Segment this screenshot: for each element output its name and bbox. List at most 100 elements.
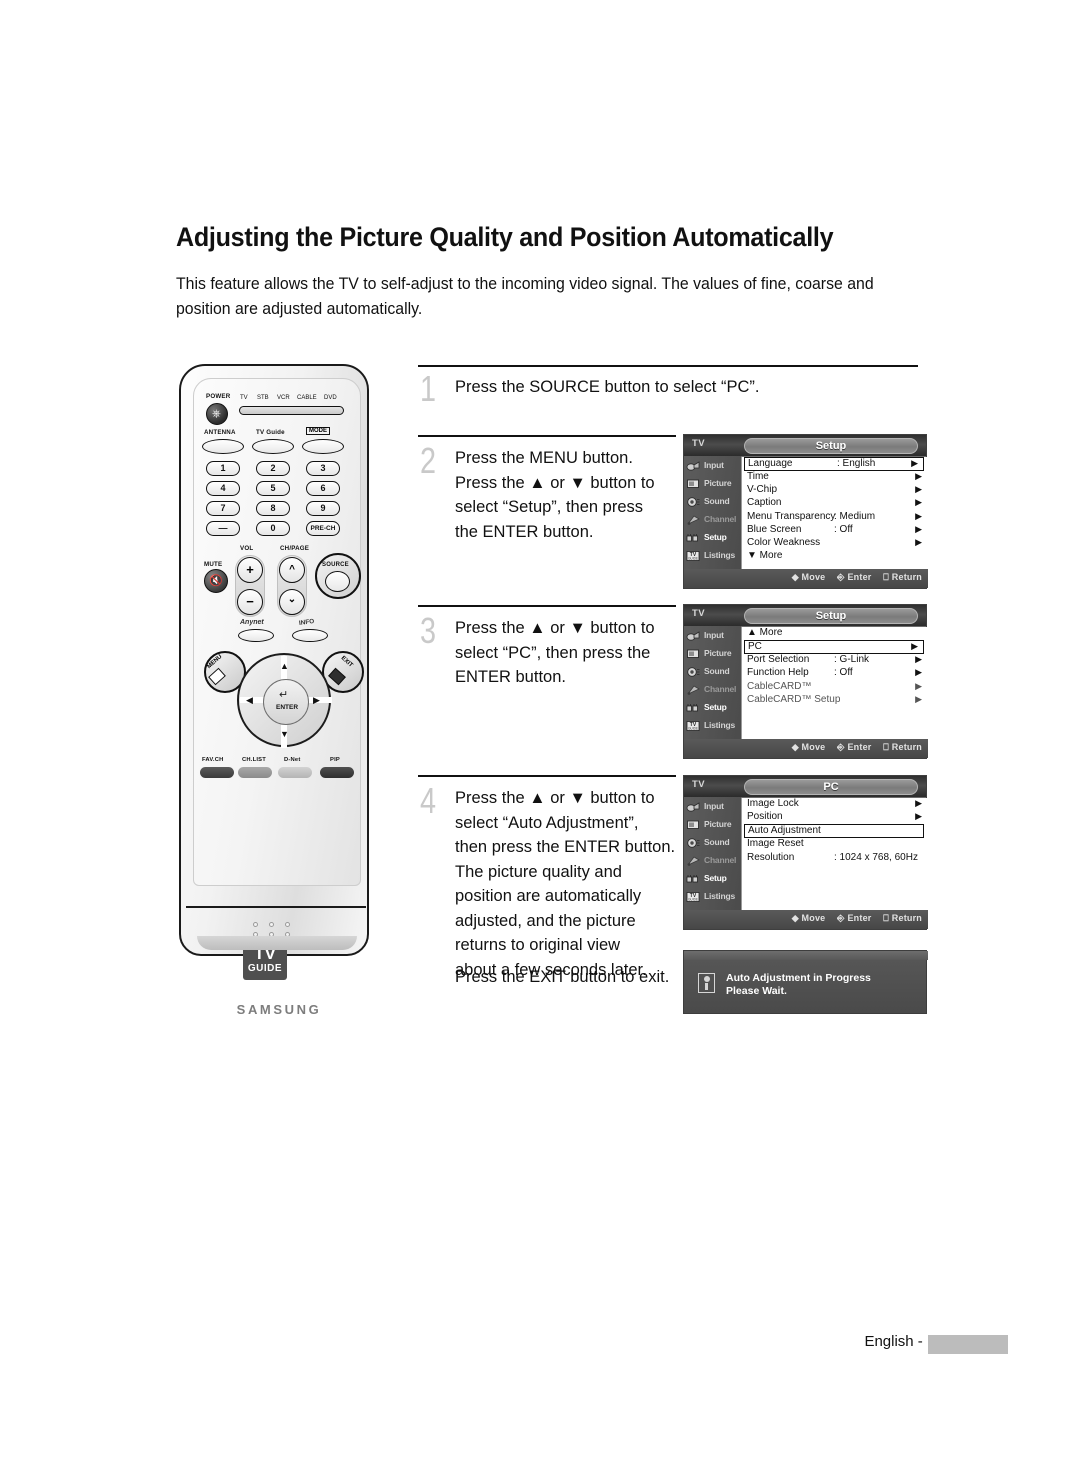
osd-footer-enter: Enter <box>847 572 872 582</box>
osd-row[interactable]: Language: English ▶ <box>744 457 924 471</box>
navigation-dpad[interactable]: ↵ ENTER ▲ ▼ ◀ ▶ <box>237 653 332 748</box>
sidebar-item-input[interactable]: Input <box>684 456 741 474</box>
osd-row-more[interactable]: ▲ More <box>742 627 927 640</box>
tvguide-label: TV Guide <box>256 429 285 436</box>
key-9[interactable]: 9 <box>306 501 340 516</box>
osd-row[interactable]: Port Selection: G-Link ▶ <box>742 654 927 667</box>
osd-row[interactable]: Color Weakness ▶ <box>742 537 927 550</box>
sidebar-item-listings[interactable]: TV GUIDE Listings <box>684 716 741 734</box>
osd-row[interactable]: Resolution: 1024 x 768, 60Hz <box>742 852 927 865</box>
osd-footer-move: Move <box>801 742 826 752</box>
sidebar-item-input[interactable]: Input <box>684 626 741 644</box>
key-8[interactable]: 8 <box>256 501 290 516</box>
key-1[interactable]: 1 <box>206 461 240 476</box>
sidebar-item-setup[interactable]: Setup <box>684 528 741 546</box>
enter-button[interactable]: ↵ ENTER <box>263 679 309 725</box>
osd-row-label: Image Lock <box>747 798 799 809</box>
sidebar-item-sound[interactable]: Sound <box>684 492 741 510</box>
step-divider-1 <box>418 365 918 367</box>
key-7[interactable]: 7 <box>206 501 240 516</box>
osd-row-label: Resolution <box>747 851 795 863</box>
osd-body-1: Language: English ▶ Time ▶ V-Chip ▶ Caption… <box>741 457 927 569</box>
osd-row[interactable]: PC ▶ <box>744 640 924 655</box>
sidebar-item-listings[interactable]: TV GUIDE Listings <box>684 887 741 905</box>
sidebar-label-listings: Listings <box>704 720 735 730</box>
device-mode-stb-label: STB <box>257 395 269 401</box>
osd-row-more[interactable]: ▼ More <box>742 550 927 563</box>
key-3[interactable]: 3 <box>306 461 340 476</box>
vol-up-button[interactable]: + <box>237 557 263 583</box>
source-button[interactable] <box>325 571 350 592</box>
osd-title-1: Setup <box>815 439 847 452</box>
return-key-icon: ⎕ <box>883 913 889 923</box>
key-dash[interactable]: — <box>206 521 240 536</box>
chevron-right-icon: ▶ <box>915 693 922 704</box>
osd-row[interactable]: Time ▶ <box>742 471 927 484</box>
device-mode-bar[interactable] <box>239 406 344 415</box>
osd-row[interactable]: Menu Transparency: Medium ▶ <box>742 511 927 524</box>
key-2[interactable]: 2 <box>256 461 290 476</box>
osd-footer-move: Move <box>801 913 826 923</box>
input-icon <box>686 800 701 812</box>
osd-footer-1: ◆ Move ⎆ Enter ⎕ Return <box>684 569 928 588</box>
osd-setup-menu-1: TV Setup Input Picture Sound Channel Set… <box>683 434 928 589</box>
osd-row[interactable]: Auto Adjustment <box>744 824 924 839</box>
osd-row[interactable]: Image Reset <box>742 838 927 851</box>
remote-body: POWER ⎈ TV STB VCR CABLE DVD ANTENNA TV … <box>179 364 369 1017</box>
info-button[interactable] <box>292 629 328 642</box>
device-mode-cable-label: CABLE <box>297 395 317 401</box>
sidebar-label-sound: Sound <box>704 666 730 676</box>
sidebar-item-channel[interactable]: Channel <box>684 510 741 528</box>
tvguide-icon: TV GUIDE <box>686 719 701 731</box>
antenna-button[interactable] <box>202 439 244 454</box>
sidebar-item-setup[interactable]: Setup <box>684 698 741 716</box>
ch-up-button[interactable]: ^ <box>279 557 305 583</box>
pip-button[interactable] <box>320 767 354 778</box>
key-0[interactable]: 0 <box>256 521 290 536</box>
sidebar-item-sound[interactable]: Sound <box>684 662 741 680</box>
key-pre-ch[interactable]: PRE-CH <box>306 521 340 536</box>
osd-row[interactable]: Blue Screen: Off ▶ <box>742 524 927 537</box>
osd-row[interactable]: Image Lock ▶ <box>742 798 927 811</box>
sidebar-item-input[interactable]: Input <box>684 797 741 815</box>
enter-key-icon: ⎆ <box>837 572 845 582</box>
sidebar-label-channel: Channel <box>704 514 737 524</box>
osd-row[interactable]: V-Chip ▶ <box>742 484 927 497</box>
setup-icon <box>686 872 701 884</box>
key-6[interactable]: 6 <box>306 481 340 496</box>
mode-button[interactable] <box>302 439 344 454</box>
sidebar-item-channel[interactable]: Channel <box>684 680 741 698</box>
sidebar-label-channel: Channel <box>704 855 737 865</box>
tvguide-button[interactable] <box>252 439 294 454</box>
sidebar-item-channel[interactable]: Channel <box>684 851 741 869</box>
chlist-button[interactable] <box>238 767 272 778</box>
anynet-button[interactable] <box>238 629 274 642</box>
step-text-4: Press the ▲ or ▼ button to select “Auto … <box>455 789 676 979</box>
sidebar-item-picture[interactable]: Picture <box>684 815 741 833</box>
step-number-2: 2 <box>420 440 437 481</box>
favch-button[interactable] <box>200 767 234 778</box>
osd-row[interactable]: Position ▶ <box>742 811 927 824</box>
sidebar-item-listings[interactable]: TV GUIDE Listings <box>684 546 741 564</box>
osd-row[interactable]: CableCARD™ Setup ▶ <box>742 694 927 707</box>
sidebar-item-sound[interactable]: Sound <box>684 833 741 851</box>
sidebar-item-picture[interactable]: Picture <box>684 644 741 662</box>
sidebar-label-setup: Setup <box>704 873 727 883</box>
osd-source-label: TV <box>692 608 706 619</box>
osd-row[interactable]: Function Help: Off ▶ <box>742 667 927 680</box>
ch-down-button[interactable]: ⌄ <box>279 589 305 615</box>
osd-title-3: PC <box>823 780 839 793</box>
vol-down-button[interactable]: − <box>237 589 263 615</box>
sidebar-item-picture[interactable]: Picture <box>684 474 741 492</box>
osd-row[interactable]: CableCARD™ ▶ <box>742 681 927 694</box>
source-label: SOURCE <box>322 562 349 568</box>
osd-footer-3: ◆ Move ⎆ Enter ⎕ Return <box>684 910 928 929</box>
osd-row[interactable]: Caption ▶ <box>742 497 927 510</box>
osd-source-label: TV <box>692 438 706 449</box>
sidebar-item-setup[interactable]: Setup <box>684 869 741 887</box>
dnet-button[interactable] <box>278 767 312 778</box>
key-4[interactable]: 4 <box>206 481 240 496</box>
osd-footer-move: Move <box>801 572 826 582</box>
key-5[interactable]: 5 <box>256 481 290 496</box>
osd-title-bar: TV Setup <box>684 435 926 456</box>
